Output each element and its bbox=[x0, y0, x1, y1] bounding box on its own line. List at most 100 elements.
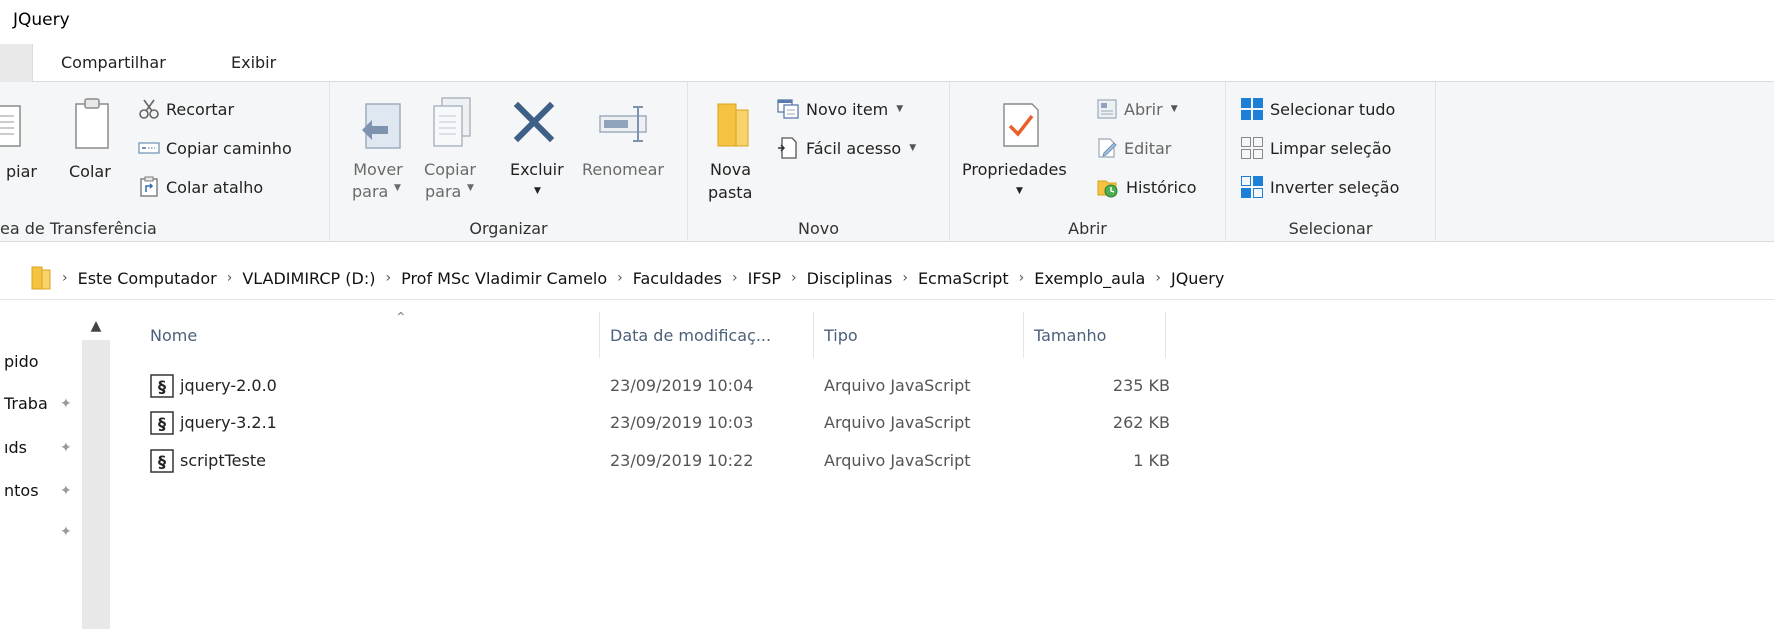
select-all-button[interactable]: Selecionar tudo bbox=[1240, 96, 1395, 122]
breadcrumb-separator[interactable]: › bbox=[385, 270, 391, 286]
file-size: 262 KB bbox=[1112, 413, 1170, 432]
javascript-file-icon: § bbox=[150, 374, 174, 398]
tab-share[interactable]: Compartilhar bbox=[61, 53, 166, 72]
column-header-date-label: Data de modificaç... bbox=[610, 325, 772, 345]
file-size: 235 KB bbox=[1112, 376, 1170, 395]
column-header-size-label: Tamanho bbox=[1034, 325, 1107, 345]
file-type: Arquivo JavaScript bbox=[824, 451, 971, 470]
open-icon bbox=[1097, 99, 1117, 119]
breadcrumb-item[interactable]: EcmaScript bbox=[918, 269, 1009, 288]
new-folder-button[interactable] bbox=[714, 100, 754, 154]
file-row[interactable]: § jquery-2.0.0 23/09/2019 10:04 Arquivo … bbox=[140, 368, 1170, 404]
pin-icon: ✦ bbox=[60, 524, 72, 540]
group-organize-label: Organizar bbox=[469, 219, 548, 238]
breadcrumb-separator[interactable]: › bbox=[1019, 270, 1025, 286]
file-type: Arquivo JavaScript bbox=[824, 413, 971, 432]
file-type: Arquivo JavaScript bbox=[824, 376, 971, 395]
nav-item-downloads[interactable]: ıds bbox=[4, 438, 27, 457]
javascript-file-icon: § bbox=[150, 449, 174, 473]
move-to-caret: ▼ bbox=[394, 183, 401, 193]
ribbon: piar Colar Recortar Copiar caminho Colar… bbox=[0, 82, 1774, 242]
group-clipboard: piar Colar Recortar Copiar caminho Colar… bbox=[0, 82, 330, 242]
copy-path-icon bbox=[138, 142, 160, 154]
edit-icon bbox=[1098, 138, 1117, 158]
copy-to-button[interactable] bbox=[430, 94, 474, 154]
edit-label: Editar bbox=[1124, 138, 1172, 158]
copy-label: piar bbox=[6, 162, 37, 181]
breadcrumb-item[interactable]: Este Computador bbox=[78, 269, 217, 288]
sort-arrow-icon: ⌃ bbox=[395, 310, 407, 326]
breadcrumb-item[interactable]: VLADIMIRCP (D:) bbox=[242, 269, 375, 288]
column-header-size[interactable]: Tamanho bbox=[1024, 312, 1166, 358]
breadcrumb-item[interactable]: Disciplinas bbox=[807, 269, 893, 288]
history-label: Histórico bbox=[1126, 177, 1197, 197]
paste-button[interactable] bbox=[72, 96, 112, 156]
easy-access-caret: ▼ bbox=[909, 143, 917, 153]
breadcrumb-separator[interactable]: › bbox=[1155, 270, 1161, 286]
edit-button[interactable]: Editar bbox=[1096, 135, 1171, 161]
group-open: Propriedades ▼ Abrir ▼ Editar Histórico … bbox=[950, 82, 1226, 242]
tab-view[interactable]: Exibir bbox=[231, 53, 276, 72]
file-list: Nome ⌃ Data de modificaç... Tipo Tamanho… bbox=[112, 310, 1774, 629]
rename-button[interactable] bbox=[598, 104, 654, 148]
select-none-label: Limpar seleção bbox=[1270, 138, 1392, 158]
select-none-button[interactable]: Limpar seleção bbox=[1240, 135, 1391, 161]
breadcrumb-separator[interactable]: › bbox=[791, 270, 797, 286]
breadcrumb-separator[interactable]: › bbox=[617, 270, 623, 286]
nav-item-desktop[interactable]: Traba bbox=[4, 394, 48, 413]
folder-icon bbox=[31, 266, 51, 290]
properties-button[interactable] bbox=[1000, 98, 1042, 154]
file-name: jquery-3.2.1 bbox=[180, 413, 277, 432]
copy-path-button[interactable]: Copiar caminho bbox=[138, 135, 292, 161]
address-bar[interactable]: › Este Computador › VLADIMIRCP (D:) › Pr… bbox=[0, 256, 1774, 300]
properties-check-icon bbox=[1003, 103, 1039, 147]
invert-selection-label: Inverter seleção bbox=[1270, 177, 1400, 197]
paste-shortcut-label: Colar atalho bbox=[166, 177, 264, 197]
invert-selection-button[interactable]: Inverter seleção bbox=[1240, 174, 1399, 200]
easy-access-label: Fácil acesso bbox=[806, 138, 902, 158]
breadcrumb-item[interactable]: JQuery bbox=[1171, 269, 1224, 288]
breadcrumb-item[interactable]: IFSP bbox=[748, 269, 781, 288]
nav-item-quick-access[interactable]: pido bbox=[4, 352, 39, 371]
delete-button[interactable] bbox=[512, 100, 556, 148]
copy-to-icon bbox=[433, 97, 471, 147]
breadcrumb-item[interactable]: Prof MSc Vladimir Camelo bbox=[401, 269, 607, 288]
group-new: Nova pasta Novo item ▼ Fácil acesso ▼ No… bbox=[688, 82, 950, 242]
group-open-label: Abrir bbox=[1068, 219, 1107, 238]
easy-access-button[interactable]: Fácil acesso ▼ bbox=[776, 135, 916, 161]
file-size: 1 KB bbox=[1133, 451, 1170, 470]
file-row[interactable]: § scriptTeste 23/09/2019 10:22 Arquivo J… bbox=[140, 443, 1170, 479]
scroll-up-arrow-icon[interactable]: ▲ bbox=[82, 312, 110, 340]
column-header-type-label: Tipo bbox=[824, 325, 858, 345]
title-bar: JQuery bbox=[0, 0, 1774, 44]
new-item-icon bbox=[777, 99, 799, 119]
breadcrumb-item[interactable]: Faculdades bbox=[633, 269, 722, 288]
breadcrumb-item[interactable]: Exemplo_aula bbox=[1034, 269, 1145, 288]
new-item-caret: ▼ bbox=[896, 104, 904, 114]
open-button[interactable]: Abrir ▼ bbox=[1096, 96, 1178, 122]
file-date: 23/09/2019 10:03 bbox=[610, 413, 754, 432]
new-item-button[interactable]: Novo item ▼ bbox=[776, 96, 903, 122]
history-button[interactable]: Histórico bbox=[1096, 174, 1196, 200]
tab-file[interactable] bbox=[0, 44, 33, 82]
column-header-date[interactable]: Data de modificaç... bbox=[600, 312, 814, 358]
group-select-label: Selecionar bbox=[1288, 219, 1373, 238]
copy-button[interactable] bbox=[0, 100, 22, 154]
nav-item-documents[interactable]: ntos bbox=[4, 481, 39, 500]
paste-shortcut-icon bbox=[140, 176, 158, 197]
breadcrumb: › Este Computador › VLADIMIRCP (D:) › Pr… bbox=[30, 260, 1224, 296]
new-folder-label-1: Nova bbox=[710, 160, 752, 179]
column-header-name[interactable]: Nome ⌃ bbox=[140, 310, 600, 358]
paste-shortcut-button[interactable]: Colar atalho bbox=[138, 174, 263, 200]
nav-scrollbar[interactable] bbox=[82, 312, 110, 629]
file-date: 23/09/2019 10:22 bbox=[610, 451, 754, 470]
copy-to-label-1: Copiar bbox=[424, 160, 476, 179]
clipboard-icon bbox=[75, 98, 109, 149]
breadcrumb-separator[interactable]: › bbox=[732, 270, 738, 286]
file-row[interactable]: § jquery-3.2.1 23/09/2019 10:03 Arquivo … bbox=[140, 405, 1170, 441]
breadcrumb-separator[interactable]: › bbox=[902, 270, 908, 286]
breadcrumb-separator[interactable]: › bbox=[227, 270, 233, 286]
cut-button[interactable]: Recortar bbox=[138, 96, 234, 122]
move-to-button[interactable] bbox=[358, 98, 406, 158]
column-header-type[interactable]: Tipo bbox=[814, 312, 1024, 358]
